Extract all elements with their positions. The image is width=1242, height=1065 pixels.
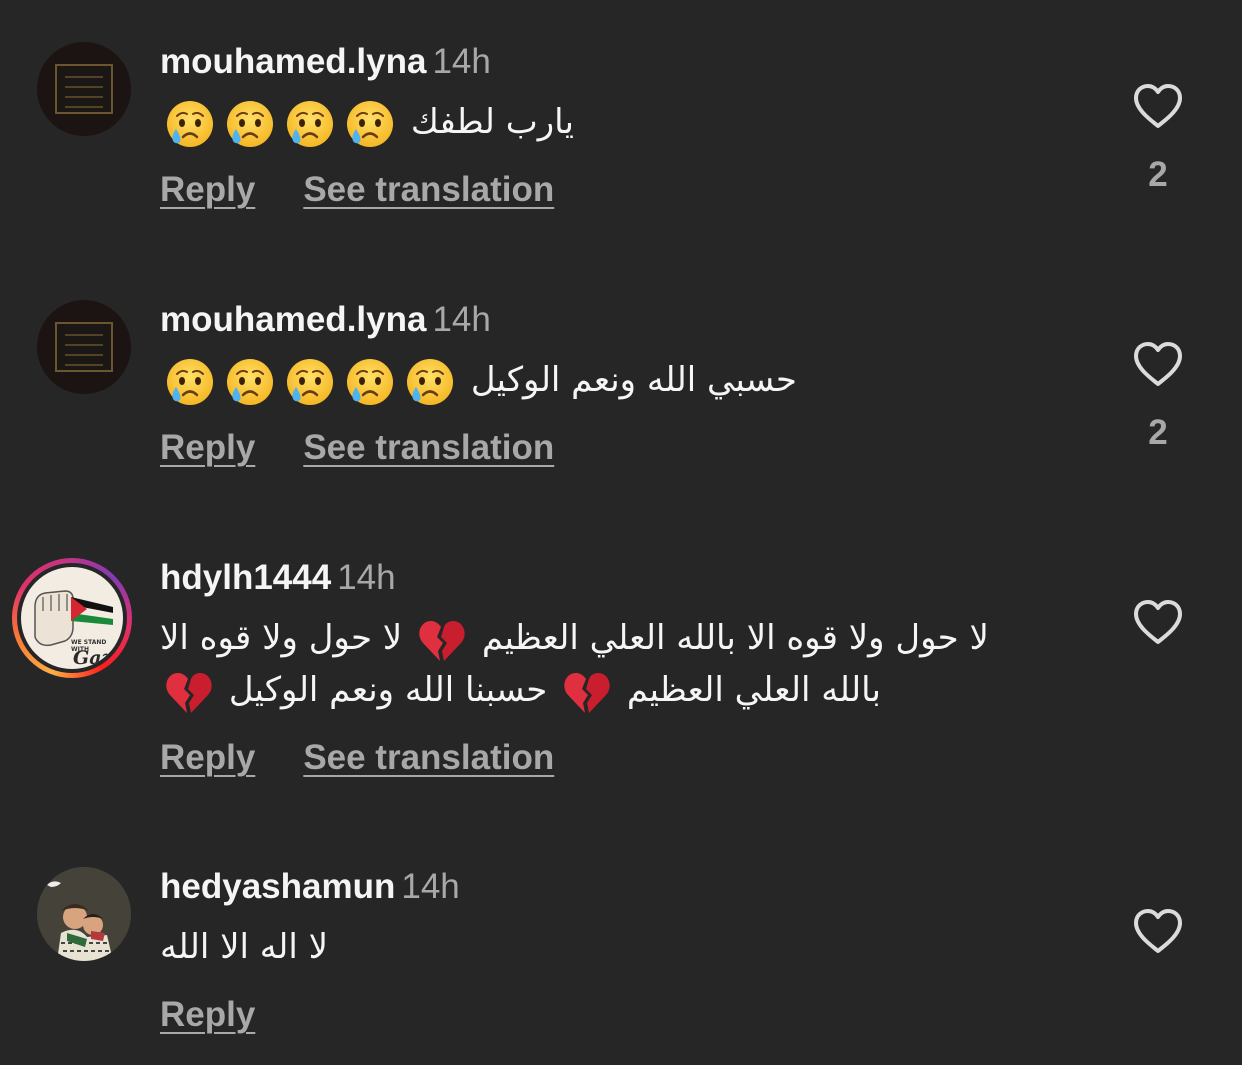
- username[interactable]: mouhamed.lyna: [160, 300, 426, 339]
- avatar-story-ring[interactable]: WE STAND WITH Gaza: [12, 558, 132, 678]
- reply-button[interactable]: Reply: [160, 170, 255, 209]
- username[interactable]: hdylh1444: [160, 558, 331, 597]
- crying-face-emoji: [225, 357, 275, 407]
- comment-text-body: يارب لطفك: [410, 102, 574, 142]
- comment-actions: Reply See translation: [160, 738, 554, 778]
- reply-button[interactable]: Reply: [160, 738, 255, 777]
- comment-text: حسبي الله ونعم الوكيل: [160, 354, 1050, 407]
- comment-header: mouhamed.lyna 14h: [160, 300, 491, 340]
- comment-text: لا حول ولا قوه الا بالله العلي العظيم لا…: [160, 612, 1040, 716]
- avatar-caption-gaza: Gaza: [73, 647, 123, 669]
- like-count: 2: [1148, 413, 1168, 452]
- crying-face-emoji: [285, 357, 335, 407]
- crying-face-emoji: [225, 99, 275, 149]
- avatar-frame-image: [55, 64, 113, 114]
- see-translation-button[interactable]: See translation: [303, 738, 554, 777]
- heart-outline-icon[interactable]: [1132, 598, 1184, 646]
- avatar-image: [37, 867, 131, 961]
- comment-actions: Reply: [160, 995, 255, 1035]
- crying-face-emoji: [405, 357, 455, 407]
- crying-face-emoji: [345, 357, 395, 407]
- crying-face-emoji: [165, 99, 215, 149]
- broken-heart-emoji: [563, 669, 611, 715]
- reply-button[interactable]: Reply: [160, 995, 255, 1034]
- avatar: WE STAND WITH Gaza: [21, 567, 123, 669]
- comment-text-body: لا اله الا الله: [160, 927, 328, 967]
- see-translation-button[interactable]: See translation: [303, 170, 554, 209]
- comment-header: mouhamed.lyna 14h: [160, 42, 491, 82]
- username[interactable]: hedyashamun: [160, 867, 395, 906]
- avatar[interactable]: [37, 42, 131, 136]
- heart-outline-icon[interactable]: [1132, 907, 1184, 955]
- username[interactable]: mouhamed.lyna: [160, 42, 426, 81]
- avatar-frame-image: [55, 322, 113, 372]
- crying-face-emoji: [285, 99, 335, 149]
- heart-outline-icon[interactable]: [1132, 82, 1184, 130]
- comment-actions: Reply See translation: [160, 170, 554, 210]
- comment-text: يارب لطفك: [160, 96, 1050, 149]
- crying-face-emoji: [165, 357, 215, 407]
- timestamp: 14h: [432, 300, 491, 339]
- reply-button[interactable]: Reply: [160, 428, 255, 467]
- comment-actions: Reply See translation: [160, 428, 554, 468]
- comment-header: hedyashamun 14h: [160, 867, 460, 907]
- crying-face-emoji: [345, 99, 395, 149]
- timestamp: 14h: [337, 558, 396, 597]
- comment-text-part3: حسبنا الله ونعم الوكيل: [228, 670, 548, 710]
- comment-text-body: حسبي الله ونعم الوكيل: [470, 360, 797, 400]
- broken-heart-emoji: [165, 669, 213, 715]
- comment-text-part1: لا حول ولا قوه الا بالله العلي العظيم: [481, 618, 989, 658]
- timestamp: 14h: [401, 867, 460, 906]
- see-translation-button[interactable]: See translation: [303, 428, 554, 467]
- comment-text: لا اله الا الله: [160, 921, 1050, 973]
- comment-header: hdylh1444 14h: [160, 558, 396, 598]
- timestamp: 14h: [432, 42, 491, 81]
- heart-outline-icon[interactable]: [1132, 340, 1184, 388]
- avatar[interactable]: [37, 867, 131, 961]
- like-count: 2: [1148, 155, 1168, 194]
- avatar[interactable]: [37, 300, 131, 394]
- broken-heart-emoji: [418, 617, 466, 663]
